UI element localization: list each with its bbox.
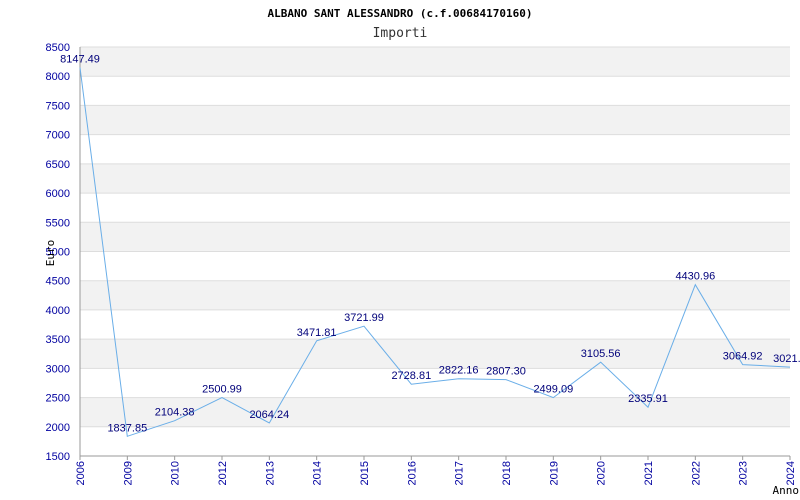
x-tick-label: 2019: [548, 461, 560, 485]
y-axis-label: Euro: [44, 240, 57, 267]
grid-band: [80, 280, 790, 310]
grid-band: [80, 163, 790, 194]
x-tick-label: 2014: [312, 461, 324, 485]
data-label: 3721.99: [344, 312, 384, 324]
data-label: 4430.96: [675, 271, 715, 283]
y-tick-label: 1500: [46, 451, 70, 463]
y-tick-label: 2500: [46, 393, 70, 405]
x-axis-label: Anno: [773, 484, 800, 497]
data-label: 3064.92: [723, 351, 763, 363]
y-tick-label: 4500: [46, 276, 70, 288]
line-chart: 1500200025003000350040004500500055006000…: [44, 7, 800, 497]
grid-band: [80, 47, 790, 77]
grid-band: [80, 339, 790, 369]
x-tick-label: 2022: [690, 461, 702, 485]
x-tick-label: 2009: [122, 461, 134, 485]
y-tick-label: 7500: [46, 100, 70, 112]
grid-band: [80, 222, 790, 252]
x-tick-label: 2006: [75, 461, 87, 485]
chart-title: ALBANO SANT ALESSANDRO (c.f.00684170160): [268, 7, 533, 20]
y-tick-label: 8500: [46, 42, 70, 54]
x-tick-label: 2012: [217, 461, 229, 485]
x-tick-label: 2018: [501, 461, 513, 485]
x-tick-labels: 2006 2009 2010 2012 2013 2014 2015 2016 2017 2018…: [75, 456, 797, 485]
data-label: 2728.81: [391, 370, 431, 382]
data-label: 8147.49: [60, 54, 100, 66]
x-tick-label: 2020: [596, 461, 608, 485]
x-tick-label: 2024: [785, 461, 797, 485]
grid-band: [80, 105, 790, 135]
y-tick-label: 5500: [46, 217, 70, 229]
y-tick-label: 3500: [46, 334, 70, 346]
x-tick-label: 2015: [359, 461, 371, 485]
x-tick-label: 2010: [170, 461, 182, 485]
x-tick-label: 2013: [264, 461, 276, 485]
y-tick-label: 7000: [46, 130, 70, 142]
data-label: 3471.81: [297, 327, 337, 339]
data-label: 2500.99: [202, 384, 242, 396]
y-tick-label: 3000: [46, 363, 70, 375]
y-tick-label: 6000: [46, 188, 70, 200]
data-label: 3021.1: [773, 353, 800, 365]
data-label: 2822.16: [439, 365, 479, 377]
x-tick-label: 2016: [406, 461, 418, 485]
y-tick-label: 2000: [46, 422, 70, 434]
chart-subtitle: Importi: [373, 26, 428, 41]
data-label: 3105.56: [581, 348, 621, 360]
grid-bands: [80, 47, 790, 427]
y-tick-label: 6500: [46, 159, 70, 171]
data-label: 2104.38: [155, 407, 195, 419]
y-tick-label: 4000: [46, 305, 70, 317]
data-label: 2499.09: [533, 384, 573, 396]
data-label: 2335.91: [628, 393, 668, 405]
x-tick-label: 2017: [454, 461, 466, 485]
x-tick-label: 2021: [643, 461, 655, 485]
data-label: 2064.24: [249, 409, 289, 421]
data-label: 2807.30: [486, 366, 526, 378]
data-label: 1837.85: [107, 422, 147, 434]
y-tick-label: 8000: [46, 71, 70, 83]
x-tick-label: 2023: [738, 461, 750, 485]
